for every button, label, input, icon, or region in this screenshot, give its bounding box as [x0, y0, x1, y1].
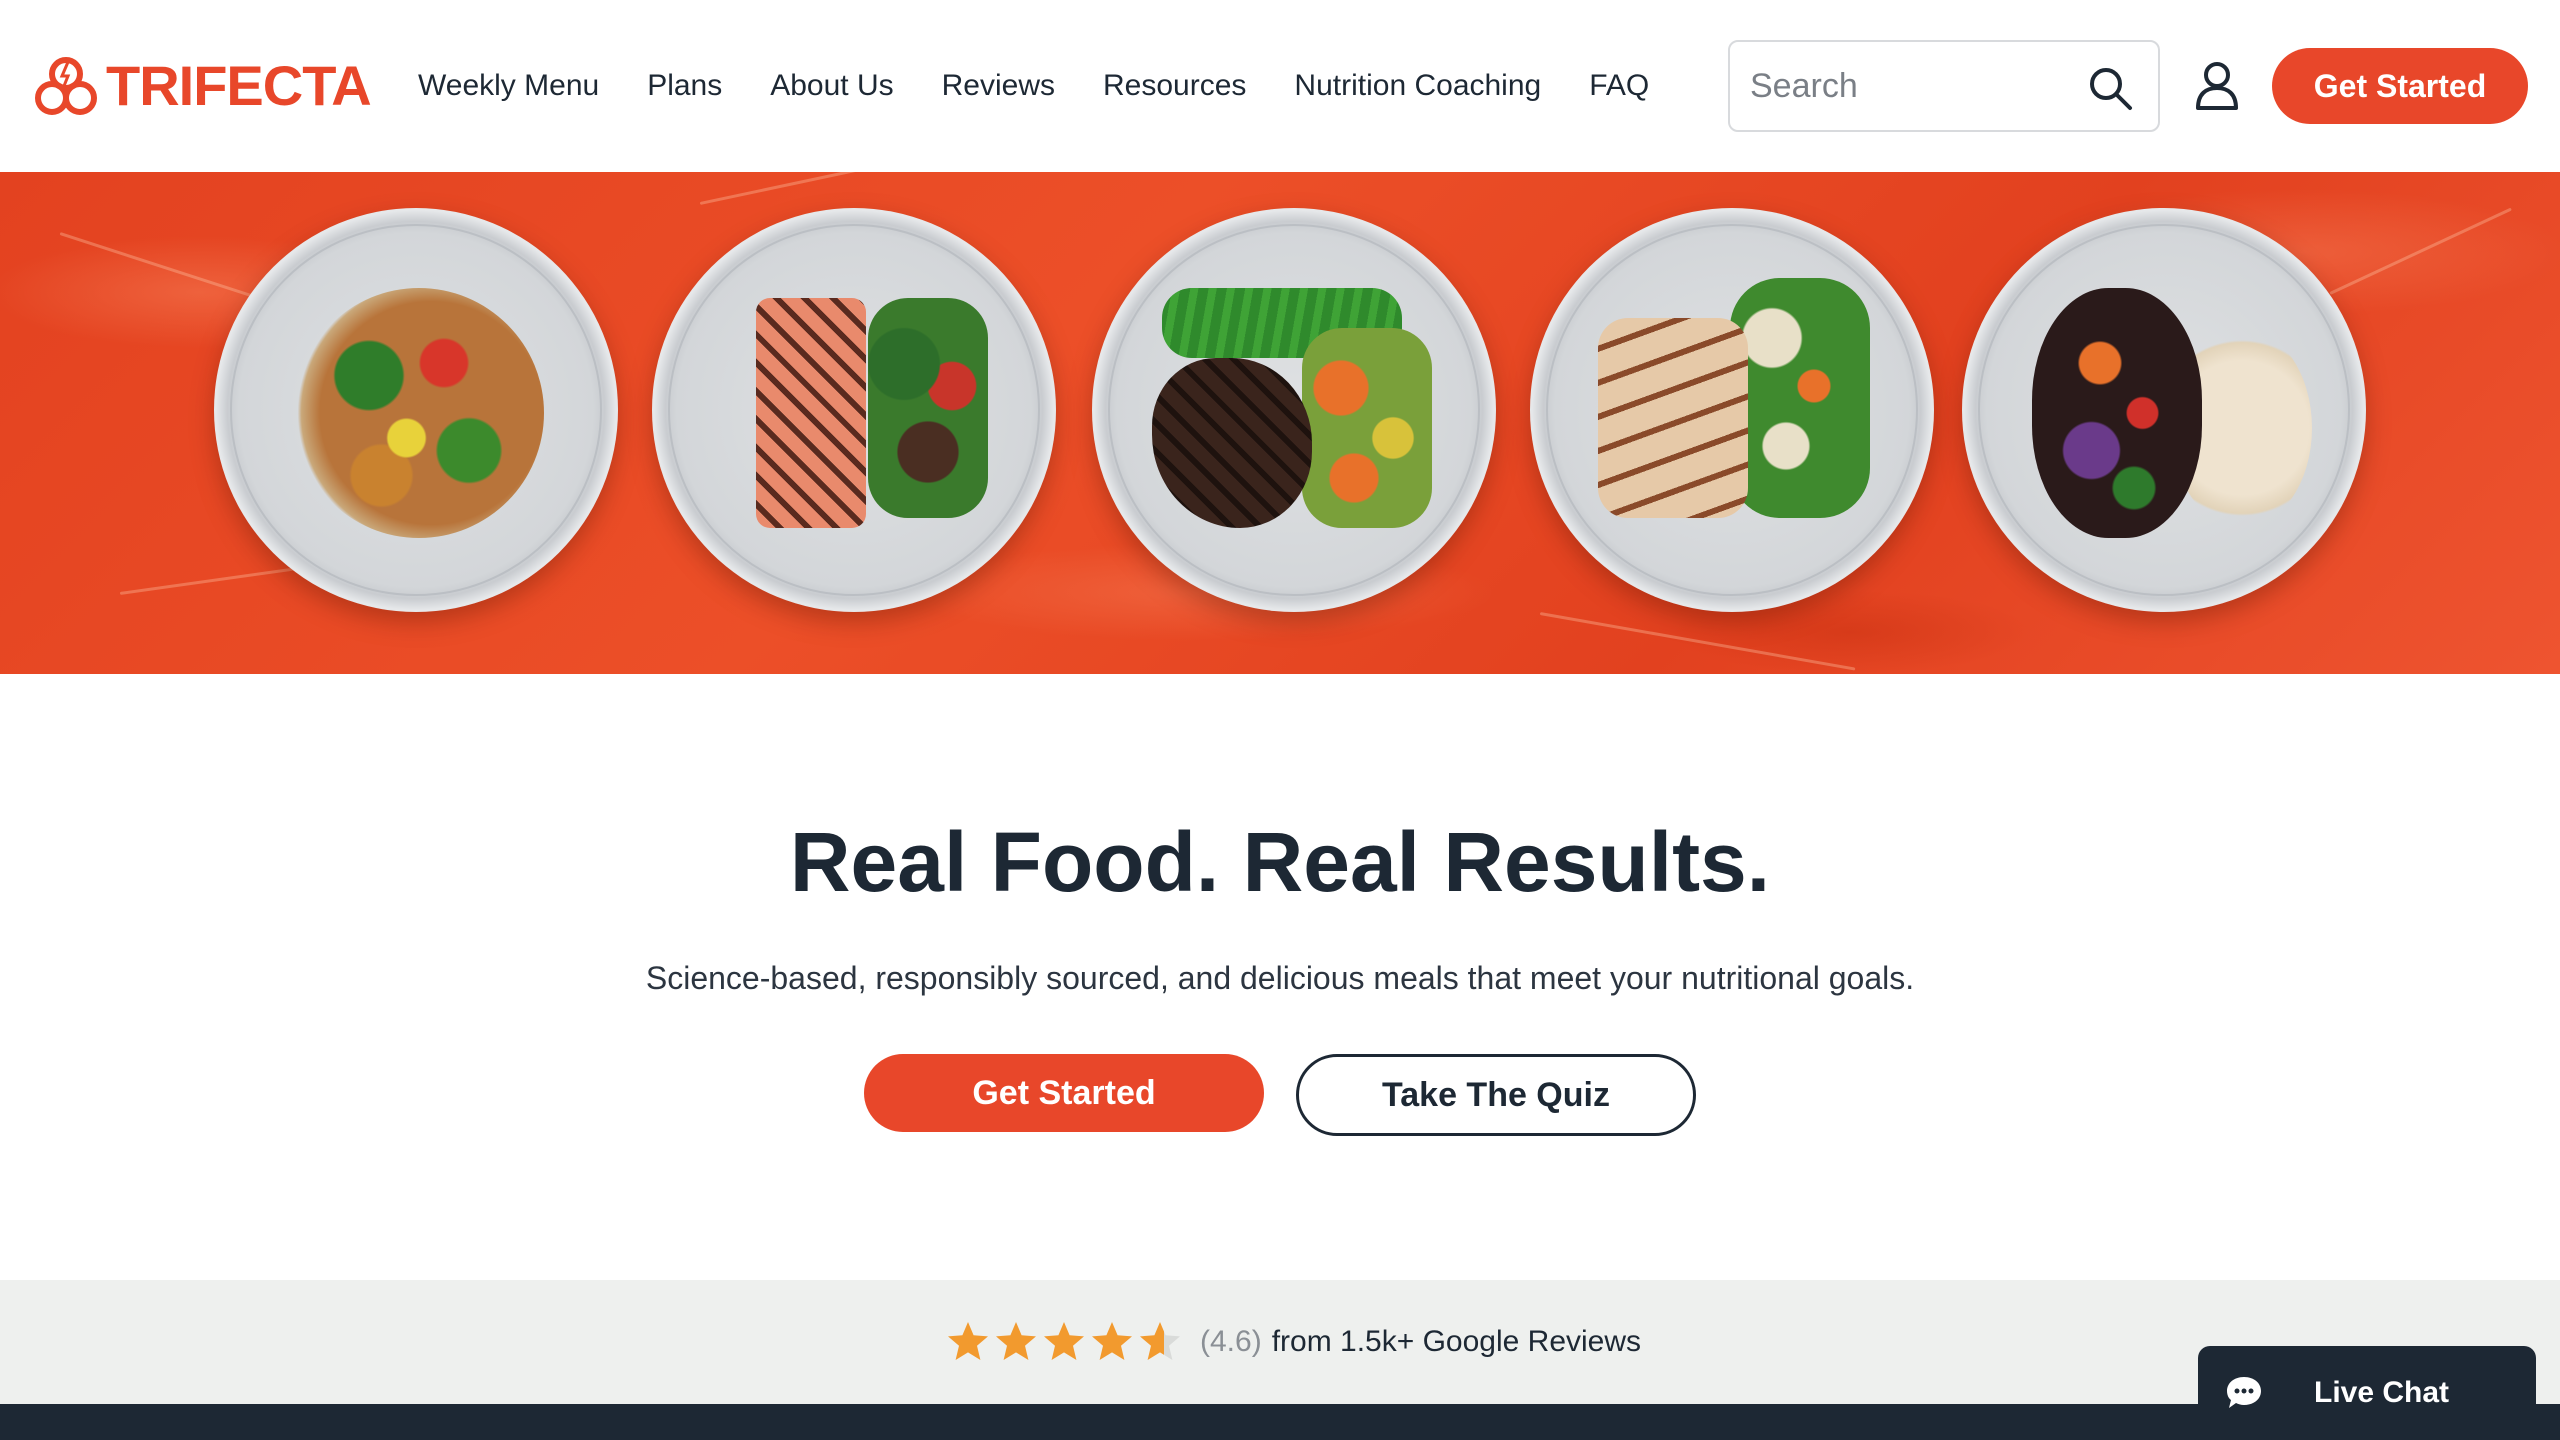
food-stir-fry	[294, 288, 544, 538]
take-quiz-button[interactable]: Take The Quiz	[1296, 1054, 1696, 1136]
live-chat-label: Live Chat	[2314, 1376, 2450, 1409]
food-broccoli-cauliflower	[1730, 278, 1870, 518]
food-salmon-fillet	[756, 298, 866, 528]
nav-item-resources[interactable]: Resources	[1103, 66, 1246, 106]
google-rating[interactable]: (4.6) from 1.5k+ Google Reviews	[946, 1314, 1641, 1370]
food-mixed-vegetables	[1302, 328, 1432, 528]
header-get-started-button[interactable]: Get Started	[2272, 48, 2528, 124]
nav-item-faq[interactable]: FAQ	[1589, 66, 1649, 106]
brand-name: TRIFECTA	[106, 54, 372, 117]
marble-vein	[2329, 207, 2512, 295]
plate-vegan-rice-beans	[1962, 208, 2366, 612]
hero-banner	[0, 172, 2560, 674]
plate-grilled-salmon	[652, 208, 1056, 612]
search-input[interactable]	[1750, 42, 2080, 130]
star-icon	[1044, 1322, 1084, 1360]
food-roasted-vegetables	[868, 298, 988, 518]
get-started-button[interactable]: Get Started	[864, 1054, 1264, 1132]
page-subheadline: Science-based, responsibly sourced, and …	[645, 960, 1915, 996]
rating-source: from 1.5k+ Google Reviews	[1271, 1325, 1642, 1358]
chat-bubble-icon	[2227, 1377, 2261, 1408]
plate-chicken-stir-fry	[214, 208, 618, 612]
live-chat-button[interactable]: Live Chat	[2198, 1346, 2536, 1440]
rating-score: (4.6)	[1200, 1325, 1262, 1358]
search-icon[interactable]	[2086, 64, 2134, 112]
footer-bar	[0, 1404, 2560, 1440]
food-black-beans-peppers	[2032, 288, 2202, 538]
plate-grilled-chicken	[1530, 208, 1934, 612]
main-nav: Weekly Menu Plans About Us Reviews Resou…	[418, 66, 1649, 106]
food-chicken-breast	[1598, 318, 1748, 518]
star-icon	[948, 1322, 988, 1360]
user-icon[interactable]	[2190, 58, 2244, 112]
star-icon	[1092, 1322, 1132, 1360]
rating-strip: (4.6) from 1.5k+ Google Reviews	[0, 1280, 2560, 1404]
star-rating	[946, 1320, 1186, 1364]
nav-item-nutrition-coaching[interactable]: Nutrition Coaching	[1294, 66, 1541, 106]
search-box	[1728, 40, 2160, 132]
page-headline: Real Food. Real Results.	[789, 815, 1771, 909]
star-icon	[996, 1322, 1036, 1360]
brand-logo[interactable]: TRIFECTA	[32, 52, 372, 120]
site-header: TRIFECTA Weekly Menu Plans About Us Revi…	[0, 0, 2560, 172]
nav-item-weekly-menu[interactable]: Weekly Menu	[418, 66, 599, 106]
plate-grilled-steak	[1092, 208, 1496, 612]
nav-item-plans[interactable]: Plans	[647, 66, 722, 106]
star-icon	[1140, 1322, 1180, 1360]
nav-item-reviews[interactable]: Reviews	[942, 66, 1055, 106]
marble-vein	[699, 172, 896, 205]
marble-vein	[1539, 612, 1856, 671]
trifecta-logo-icon	[35, 57, 97, 115]
nav-item-about-us[interactable]: About Us	[770, 66, 893, 106]
